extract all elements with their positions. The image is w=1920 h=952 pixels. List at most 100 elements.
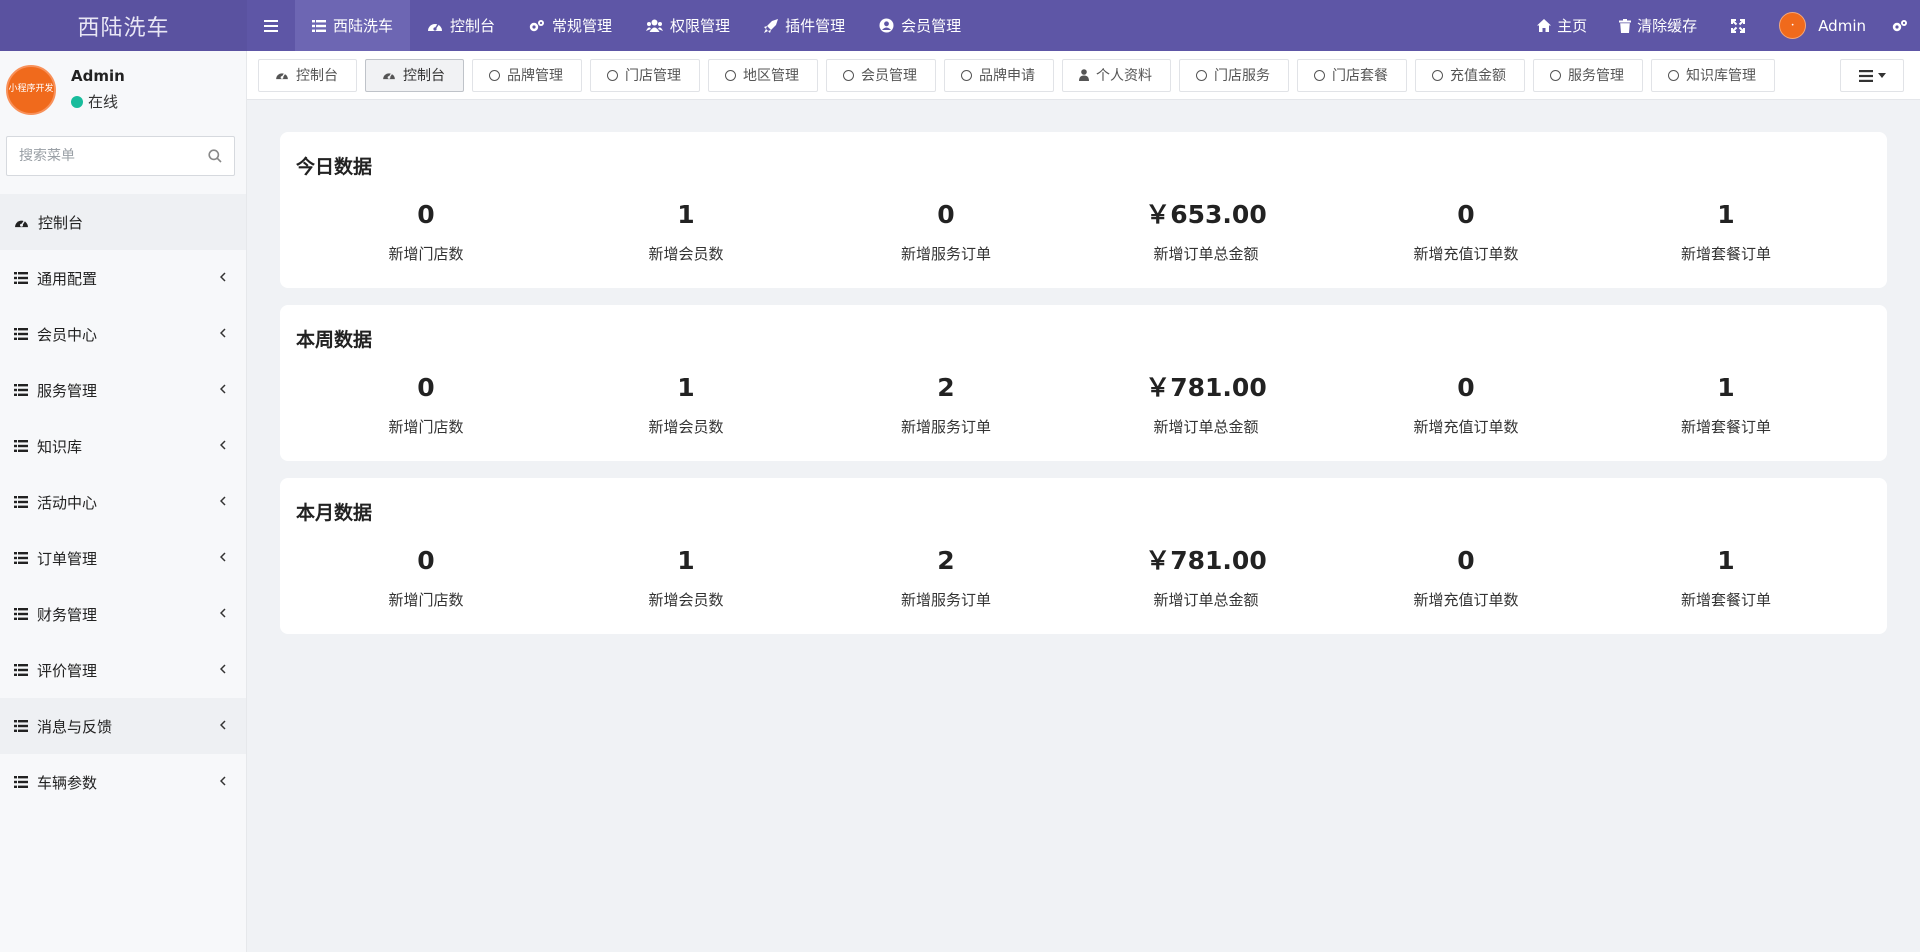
home-icon xyxy=(1537,19,1552,32)
sidebar-item-label: 会员中心 xyxy=(37,325,98,344)
stats-card-today: 今日数据 0 新增门店数 1 新增会员数 0 新增服务订单 ￥653.00 新增… xyxy=(280,132,1887,288)
sidebar-item-general-config[interactable]: 通用配置 xyxy=(0,250,246,306)
topnav-item-plugin[interactable]: 插件管理 xyxy=(747,0,862,51)
tab-store-packages[interactable]: 门店套餐 xyxy=(1297,58,1407,92)
sidebar-item-knowledge-base[interactable]: 知识库 xyxy=(0,418,246,474)
circle-icon xyxy=(1550,69,1561,81)
dashboard-icon xyxy=(383,73,395,80)
sidebar-item-activity-center[interactable]: 活动中心 xyxy=(0,474,246,530)
user-icon xyxy=(1079,69,1089,81)
home-link[interactable]: 主页 xyxy=(1521,0,1603,51)
stat-value: 0 xyxy=(417,546,435,575)
circle-icon xyxy=(1432,69,1443,81)
rocket-icon xyxy=(764,18,779,33)
online-dot-icon xyxy=(71,95,83,108)
sidebar-item-review-management[interactable]: 评价管理 xyxy=(0,642,246,698)
tab-label: 会员管理 xyxy=(861,68,917,84)
circle-icon xyxy=(961,69,972,81)
hamburger-icon xyxy=(264,19,278,32)
top-right-actions: 主页 清除缓存 • Admin xyxy=(1521,0,1920,51)
circle-icon xyxy=(607,69,618,81)
cogs-icon xyxy=(1892,20,1907,32)
sidebar-item-member-center[interactable]: 会员中心 xyxy=(0,306,246,362)
stat-item: 1 新增会员数 xyxy=(556,373,816,437)
tab-dashboard-active[interactable]: 控制台 xyxy=(365,58,464,92)
list-icon xyxy=(14,720,28,732)
tab-knowledge-management[interactable]: 知识库管理 xyxy=(1651,58,1775,92)
stat-label: 新增会员数 xyxy=(648,418,724,436)
topnav-item-dashboard[interactable]: 控制台 xyxy=(410,0,512,51)
topnav-item-xilu[interactable]: 西陆洗车 xyxy=(295,0,411,51)
tab-label: 地区管理 xyxy=(743,68,799,84)
card-title: 本周数据 xyxy=(296,329,373,351)
stat-item: 0 新增充值订单数 xyxy=(1336,200,1596,264)
sidebar-item-label: 消息与反馈 xyxy=(37,717,113,736)
tab-label: 控制台 xyxy=(296,68,338,84)
tab-member-management[interactable]: 会员管理 xyxy=(826,58,936,92)
sidebar-item-messages-feedback[interactable]: 消息与反馈 xyxy=(0,698,246,754)
admin-user-menu[interactable]: • Admin xyxy=(1763,0,1882,51)
app-logo[interactable]: 西陆洗车 xyxy=(0,0,247,51)
tabs-dropdown-button[interactable] xyxy=(1840,59,1904,92)
stat-label: 新增套餐订单 xyxy=(1680,418,1771,436)
card-title: 今日数据 xyxy=(296,156,373,178)
tab-region-management[interactable]: 地区管理 xyxy=(708,58,818,92)
stats-card-week: 本周数据 0 新增门店数 1 新增会员数 2 新增服务订单 ￥781.00 新增… xyxy=(280,305,1887,461)
tab-service-management[interactable]: 服务管理 xyxy=(1533,58,1643,92)
sidebar-item-order-management[interactable]: 订单管理 xyxy=(0,530,246,586)
tab-label: 门店服务 xyxy=(1214,68,1270,84)
main-content: 今日数据 0 新增门店数 1 新增会员数 0 新增服务订单 ￥653.00 新增… xyxy=(247,100,1920,952)
menu-search-input[interactable] xyxy=(19,148,189,164)
tab-label: 知识库管理 xyxy=(1686,68,1756,84)
tab-dashboard[interactable]: 控制台 xyxy=(258,58,357,92)
stat-item: ￥781.00 新增订单总金额 xyxy=(1076,546,1336,610)
sidebar-item-service-management[interactable]: 服务管理 xyxy=(0,362,246,418)
user-info: Admin 在线 xyxy=(71,67,125,112)
circle-icon xyxy=(1668,69,1679,81)
stat-value: 2 xyxy=(937,546,955,575)
topnav-item-permission[interactable]: 权限管理 xyxy=(629,0,747,51)
stat-item: 0 新增门店数 xyxy=(296,546,556,610)
stat-value: 0 xyxy=(937,200,955,229)
clear-cache-button[interactable]: 清除缓存 xyxy=(1603,0,1713,51)
stat-value: 0 xyxy=(1457,373,1475,402)
stat-value: 0 xyxy=(1457,546,1475,575)
fullscreen-button[interactable] xyxy=(1713,0,1763,51)
sidebar-item-vehicle-params[interactable]: 车辆参数 xyxy=(0,754,246,810)
circle-icon xyxy=(489,69,500,81)
user-panel: 小程序开发 Admin 在线 xyxy=(0,51,246,128)
list-icon xyxy=(1858,69,1873,82)
tab-store-services[interactable]: 门店服务 xyxy=(1179,58,1289,92)
tab-label: 充值金额 xyxy=(1450,68,1506,84)
chevron-left-icon xyxy=(220,552,226,562)
tab-store-management[interactable]: 门店管理 xyxy=(590,58,700,92)
chevron-left-icon xyxy=(220,440,226,450)
sidebar-item-finance-management[interactable]: 财务管理 xyxy=(0,586,246,642)
tab-profile[interactable]: 个人资料 xyxy=(1062,58,1171,92)
list-icon xyxy=(14,384,28,396)
tab-brand-application[interactable]: 品牌申请 xyxy=(944,58,1054,92)
stat-item: 1 新增套餐订单 xyxy=(1596,200,1856,264)
chevron-left-icon xyxy=(220,776,226,786)
settings-button[interactable] xyxy=(1882,0,1920,51)
stat-item: ￥781.00 新增订单总金额 xyxy=(1076,373,1336,437)
stat-item: 0 新增充值订单数 xyxy=(1336,373,1596,437)
tab-brand-management[interactable]: 品牌管理 xyxy=(472,58,582,92)
tab-recharge-amount[interactable]: 充值金额 xyxy=(1415,58,1525,92)
top-navbar: 西陆洗车 西陆洗车 控制台 常规管理 权限管理 插件管理 会员管理 主页 清除缓… xyxy=(0,0,1920,51)
search-icon[interactable] xyxy=(208,149,222,163)
tab-label: 服务管理 xyxy=(1568,68,1624,84)
sidebar-toggle-button[interactable] xyxy=(247,0,295,51)
sidebar: 小程序开发 Admin 在线 控制台 通用配置 会员中心 xyxy=(0,51,247,952)
tab-label: 门店管理 xyxy=(625,68,681,84)
topnav-item-general[interactable]: 常规管理 xyxy=(512,0,629,51)
user-status: 在线 xyxy=(71,91,125,112)
sidebar-item-label: 控制台 xyxy=(38,213,84,232)
sidebar-item-dashboard[interactable]: 控制台 xyxy=(0,194,246,250)
topnav-item-member[interactable]: 会员管理 xyxy=(862,0,978,51)
tab-label: 控制台 xyxy=(403,68,445,84)
user-circle-icon xyxy=(879,18,894,33)
stat-label: 新增服务订单 xyxy=(900,245,991,263)
stat-value: ￥653.00 xyxy=(1145,200,1267,229)
avatar: 小程序开发 xyxy=(6,64,56,115)
